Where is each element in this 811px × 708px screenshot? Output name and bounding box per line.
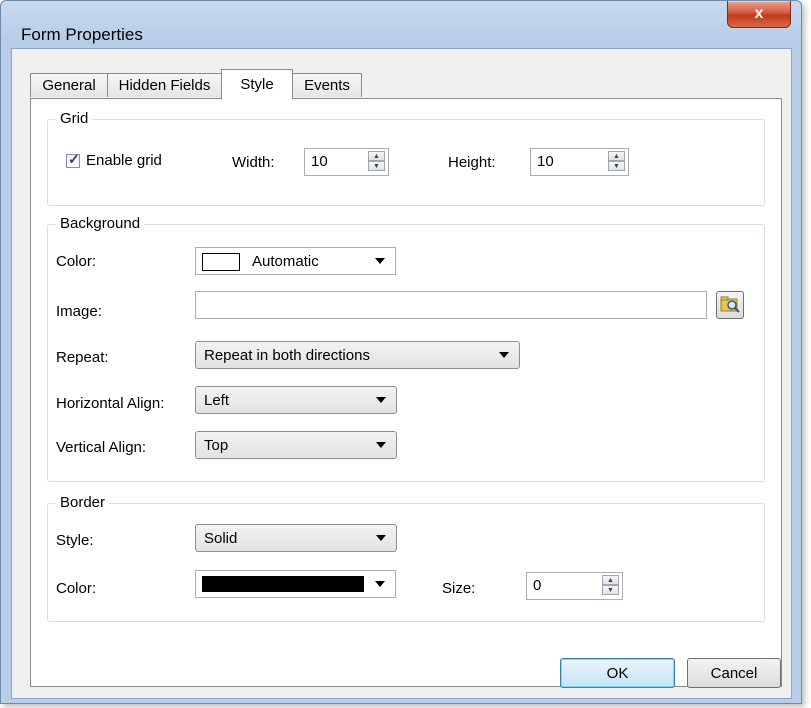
- grid-width-label: Width:: [232, 154, 275, 171]
- title-bar[interactable]: Form Properties x: [1, 1, 801, 44]
- enable-grid-label: Enable grid: [86, 152, 162, 169]
- bg-halign-label: Horizontal Align:: [56, 395, 165, 412]
- border-size-spinner[interactable]: 0 ▲ ▼: [526, 572, 623, 600]
- chevron-down-icon: [375, 581, 385, 587]
- bg-color-swatch: [202, 253, 240, 271]
- border-style-label: Style:: [56, 532, 94, 549]
- bg-color-picker[interactable]: Automatic: [195, 247, 396, 275]
- border-style-dropdown[interactable]: Solid: [195, 524, 397, 552]
- border-color-picker[interactable]: [195, 570, 396, 598]
- checkmark-icon: ✓: [68, 151, 80, 167]
- window-title: Form Properties: [21, 25, 143, 44]
- grid-group: Grid ✓ Enable grid Width: 10 ▲ ▼ Height:…: [47, 110, 765, 206]
- border-color-swatch: [202, 576, 364, 592]
- spin-down-icon[interactable]: ▼: [602, 585, 619, 595]
- border-color-label: Color:: [56, 580, 97, 597]
- chevron-down-icon: [375, 258, 385, 264]
- browse-image-button[interactable]: [716, 291, 744, 319]
- background-group: Background Color: Automatic Image: Repea…: [47, 215, 765, 482]
- bg-halign-value: Left: [204, 392, 230, 409]
- spin-down-icon[interactable]: ▼: [608, 161, 625, 171]
- bg-halign-dropdown[interactable]: Left: [195, 386, 397, 414]
- border-size-value: 0: [533, 577, 542, 594]
- bg-repeat-label: Repeat:: [56, 349, 109, 366]
- bg-image-input[interactable]: [195, 291, 707, 319]
- spin-up-icon[interactable]: ▲: [368, 151, 385, 161]
- spin-up-icon[interactable]: ▲: [602, 575, 619, 585]
- folder-search-icon: [720, 296, 740, 313]
- bg-image-label: Image:: [56, 303, 102, 320]
- spin-up-icon[interactable]: ▲: [608, 151, 625, 161]
- bg-color-label: Color:: [56, 253, 97, 270]
- grid-height-value: 10: [537, 153, 554, 170]
- cancel-button[interactable]: Cancel: [687, 658, 781, 688]
- bg-repeat-dropdown[interactable]: Repeat in both directions: [195, 341, 520, 369]
- ok-button[interactable]: OK: [560, 658, 675, 688]
- bg-valign-value: Top: [204, 437, 229, 454]
- grid-width-value: 10: [311, 153, 328, 170]
- tab-hidden-fields[interactable]: Hidden Fields: [107, 73, 222, 97]
- style-tab-panel: Grid ✓ Enable grid Width: 10 ▲ ▼ Height:…: [30, 98, 782, 687]
- tab-general[interactable]: General: [30, 73, 108, 97]
- chevron-down-icon: [376, 397, 386, 403]
- border-size-label: Size:: [442, 580, 476, 597]
- dialog-client-area: General Hidden Fields Style Events Grid …: [11, 48, 792, 699]
- dialog-window: Form Properties x General Hidden Fields …: [0, 0, 802, 704]
- grid-width-spinner[interactable]: 10 ▲ ▼: [304, 148, 389, 176]
- border-style-value: Solid: [204, 530, 238, 547]
- enable-grid-checkbox[interactable]: ✓: [66, 151, 80, 168]
- chevron-down-icon: [376, 442, 386, 448]
- chevron-down-icon: [376, 535, 386, 541]
- background-group-title: Background: [56, 215, 145, 233]
- border-group: Border Style: Solid Color: Size: 0 ▲ ▼: [47, 494, 765, 622]
- close-button[interactable]: x: [727, 1, 791, 28]
- bg-valign-dropdown[interactable]: Top: [195, 431, 397, 459]
- chevron-down-icon: [499, 352, 509, 358]
- grid-group-title: Grid: [56, 110, 93, 128]
- bg-repeat-value: Repeat in both directions: [204, 347, 370, 364]
- bg-valign-label: Vertical Align:: [56, 439, 147, 456]
- border-group-title: Border: [56, 494, 110, 512]
- close-icon: x: [754, 5, 764, 22]
- grid-height-spinner[interactable]: 10 ▲ ▼: [530, 148, 629, 176]
- tab-style[interactable]: Style: [221, 69, 293, 99]
- spin-down-icon[interactable]: ▼: [368, 161, 385, 171]
- grid-height-label: Height:: [448, 154, 496, 171]
- bg-color-value: Automatic: [252, 253, 319, 270]
- tab-events[interactable]: Events: [292, 73, 362, 97]
